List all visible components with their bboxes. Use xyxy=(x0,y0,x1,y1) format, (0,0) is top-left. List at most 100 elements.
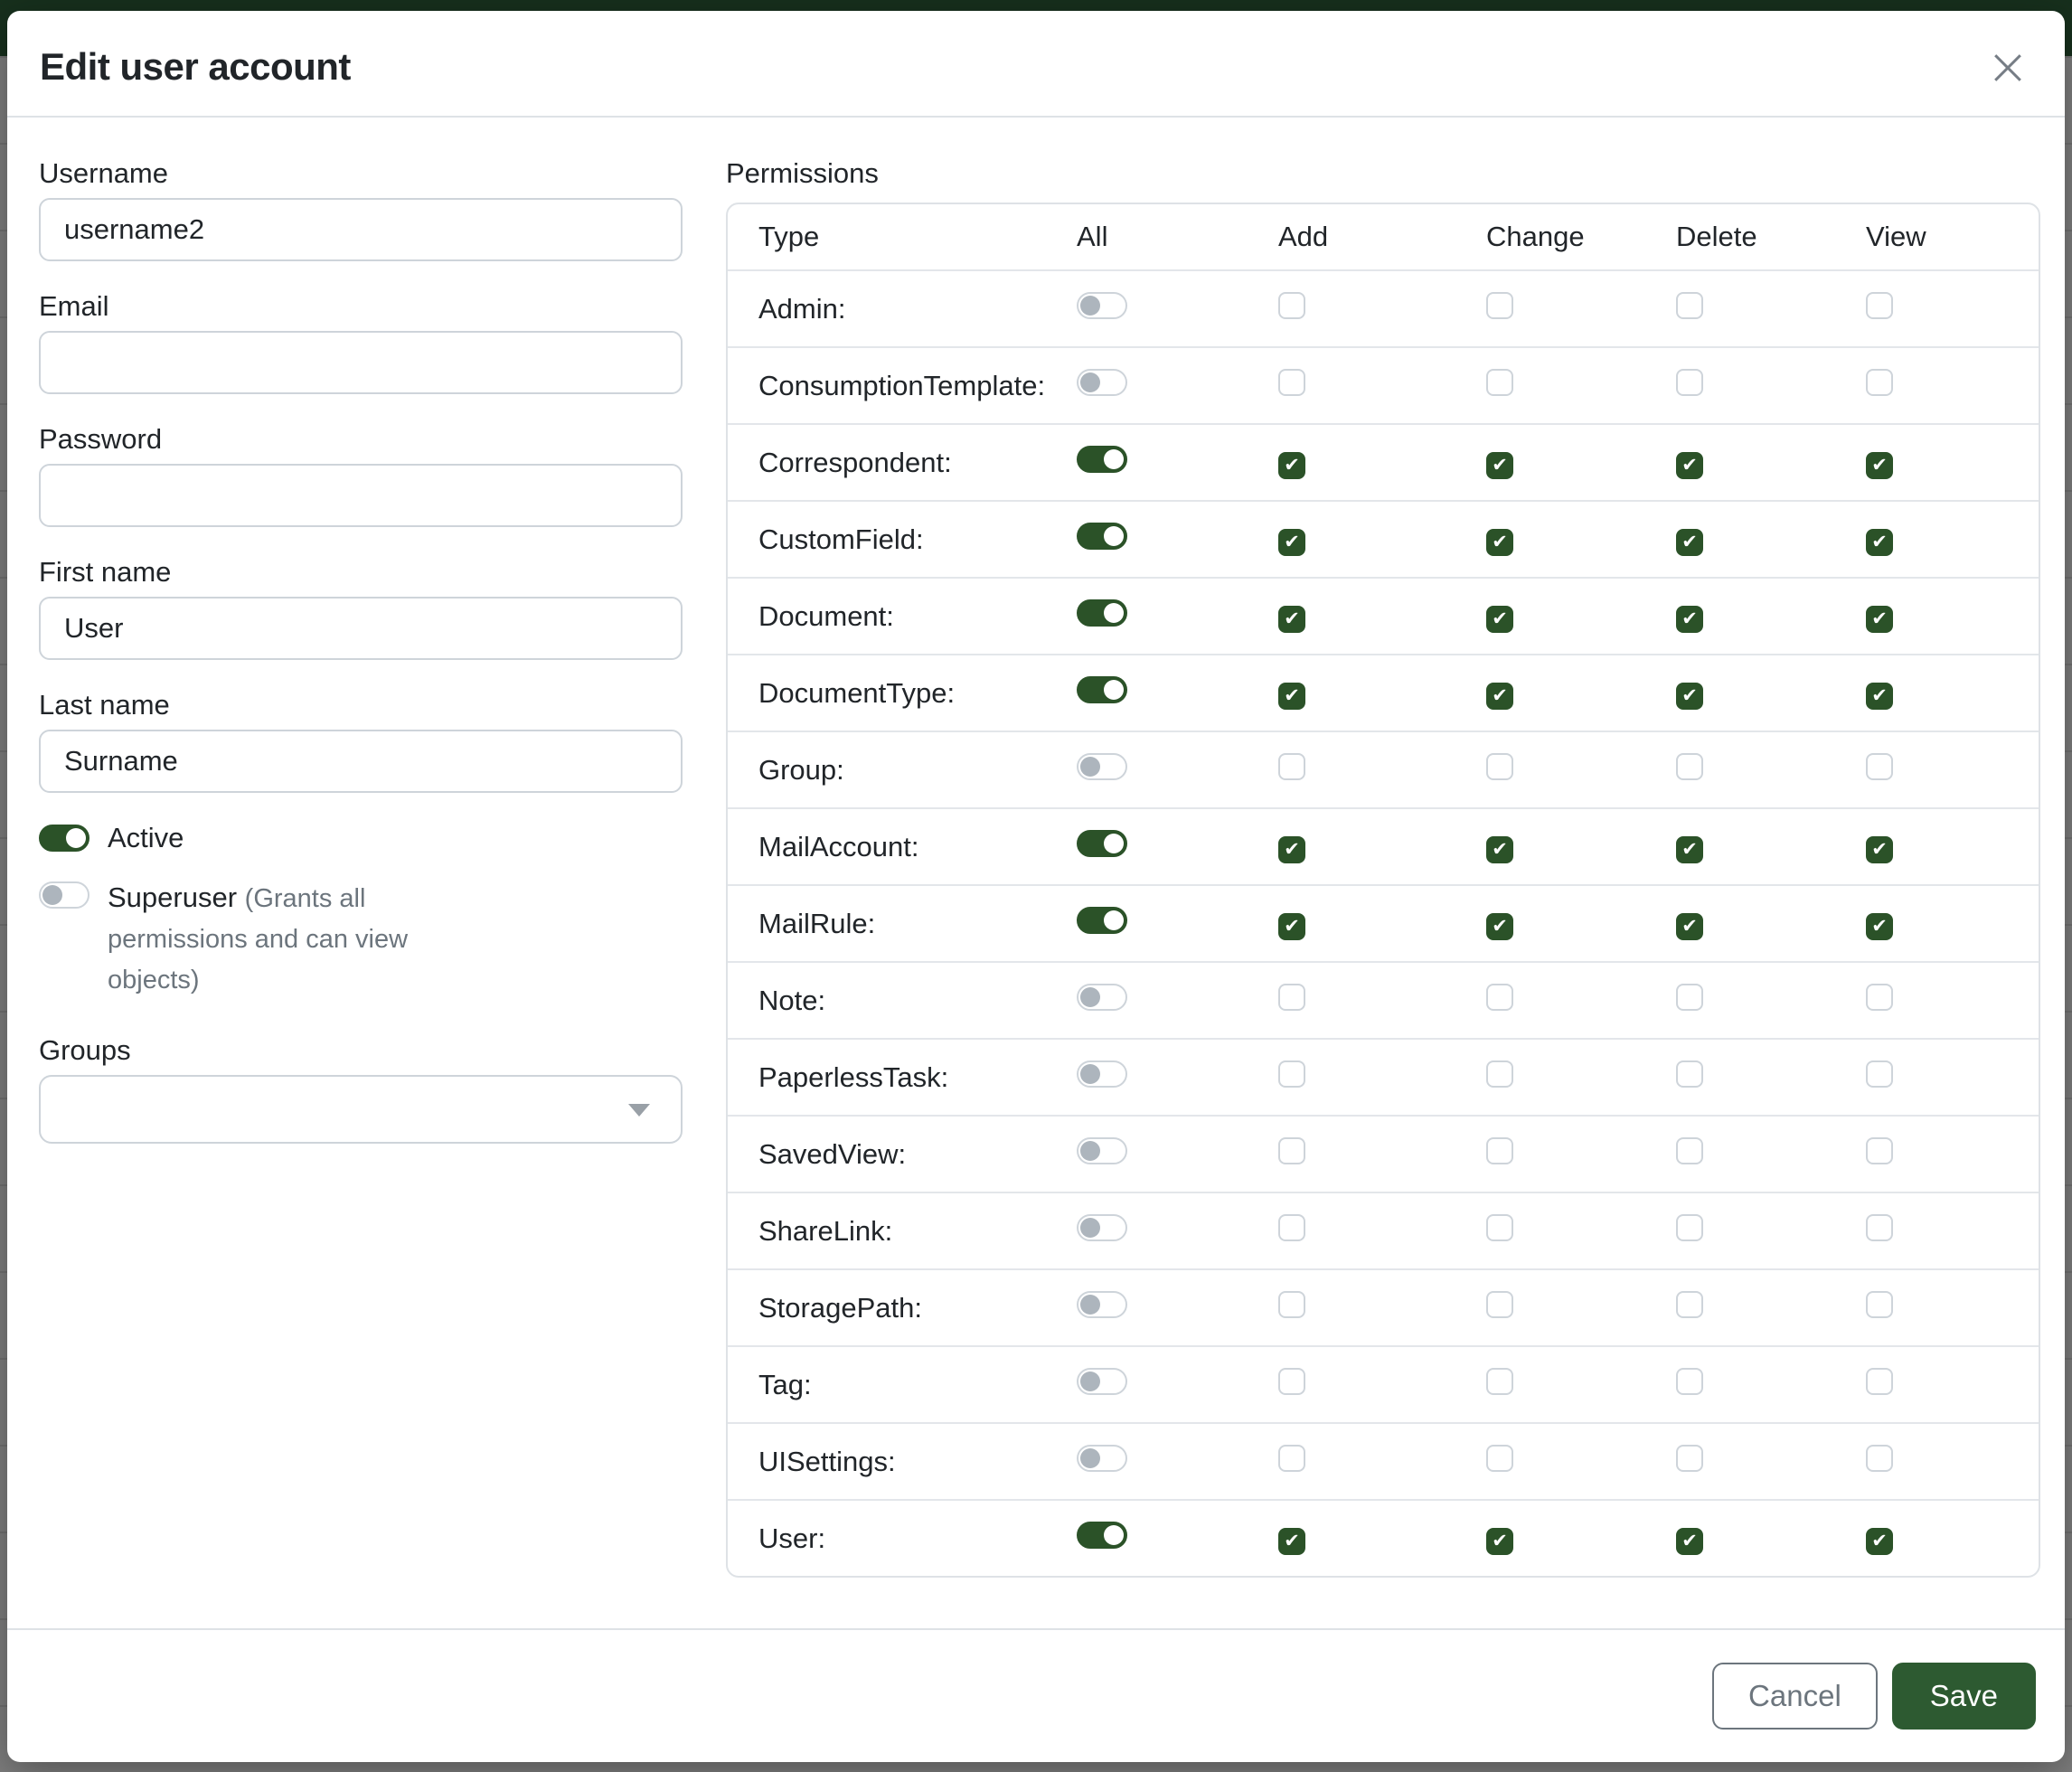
permission-delete-checkbox[interactable] xyxy=(1676,292,1703,319)
permission-view-checkbox[interactable] xyxy=(1866,369,1893,396)
permission-view-checkbox[interactable] xyxy=(1866,1137,1893,1164)
permission-delete-checkbox[interactable] xyxy=(1676,369,1703,396)
permission-add-checkbox[interactable] xyxy=(1278,753,1305,780)
permission-all-toggle[interactable] xyxy=(1077,1368,1127,1395)
permission-change-checkbox[interactable] xyxy=(1486,1137,1513,1164)
permission-all-toggle[interactable] xyxy=(1077,1445,1127,1472)
permission-view-checkbox[interactable] xyxy=(1866,1060,1893,1088)
permission-view-checkbox[interactable] xyxy=(1866,1528,1893,1555)
cancel-button[interactable]: Cancel xyxy=(1712,1663,1878,1730)
permission-change-checkbox[interactable] xyxy=(1486,753,1513,780)
permission-delete-checkbox[interactable] xyxy=(1676,683,1703,710)
permission-add-checkbox[interactable] xyxy=(1278,1137,1305,1164)
permission-delete-checkbox[interactable] xyxy=(1676,984,1703,1011)
permission-all-toggle[interactable] xyxy=(1077,1291,1127,1318)
permission-add-checkbox[interactable] xyxy=(1278,452,1305,479)
permission-add-checkbox[interactable] xyxy=(1278,1445,1305,1472)
permission-delete-checkbox[interactable] xyxy=(1676,1214,1703,1241)
permission-all-toggle[interactable] xyxy=(1077,446,1127,473)
close-icon xyxy=(1987,47,2029,89)
permission-delete-checkbox[interactable] xyxy=(1676,1528,1703,1555)
password-input[interactable] xyxy=(39,464,683,527)
permission-view-checkbox[interactable] xyxy=(1866,753,1893,780)
permission-add-checkbox[interactable] xyxy=(1278,984,1305,1011)
permission-all-toggle[interactable] xyxy=(1077,599,1127,627)
groups-select[interactable] xyxy=(39,1075,683,1144)
permission-add-checkbox[interactable] xyxy=(1278,529,1305,556)
permission-change-checkbox[interactable] xyxy=(1486,1291,1513,1318)
permission-change-checkbox[interactable] xyxy=(1486,913,1513,940)
permission-delete-checkbox[interactable] xyxy=(1676,1445,1703,1472)
table-row: User: xyxy=(728,1499,2039,1576)
permission-change-checkbox[interactable] xyxy=(1486,292,1513,319)
permission-change-checkbox[interactable] xyxy=(1486,529,1513,556)
permission-view-checkbox[interactable] xyxy=(1866,1368,1893,1395)
permission-all-toggle[interactable] xyxy=(1077,1522,1127,1549)
permission-all-toggle[interactable] xyxy=(1077,830,1127,857)
save-button[interactable]: Save xyxy=(1892,1663,2036,1730)
permission-view-checkbox[interactable] xyxy=(1866,984,1893,1011)
permission-change-checkbox[interactable] xyxy=(1486,683,1513,710)
active-toggle[interactable] xyxy=(39,825,89,852)
permission-add-checkbox[interactable] xyxy=(1278,1060,1305,1088)
permission-all-toggle[interactable] xyxy=(1077,523,1127,550)
permission-all-toggle[interactable] xyxy=(1077,1214,1127,1241)
permission-add-checkbox[interactable] xyxy=(1278,1528,1305,1555)
permission-view-checkbox[interactable] xyxy=(1866,1445,1893,1472)
permission-view-checkbox[interactable] xyxy=(1866,529,1893,556)
permission-add-checkbox[interactable] xyxy=(1278,1368,1305,1395)
permission-delete-checkbox[interactable] xyxy=(1676,753,1703,780)
permission-delete-checkbox[interactable] xyxy=(1676,913,1703,940)
permission-add-checkbox[interactable] xyxy=(1278,913,1305,940)
first-name-input[interactable] xyxy=(39,597,683,660)
superuser-toggle[interactable] xyxy=(39,881,89,909)
permission-change-checkbox[interactable] xyxy=(1486,606,1513,633)
permission-change-checkbox[interactable] xyxy=(1486,1445,1513,1472)
col-type: Type xyxy=(758,221,1077,253)
username-input[interactable] xyxy=(39,198,683,261)
permission-add-checkbox[interactable] xyxy=(1278,683,1305,710)
last-name-input[interactable] xyxy=(39,730,683,793)
permission-add-checkbox[interactable] xyxy=(1278,606,1305,633)
permission-all-toggle[interactable] xyxy=(1077,292,1127,319)
permission-change-checkbox[interactable] xyxy=(1486,836,1513,863)
permission-delete-checkbox[interactable] xyxy=(1676,1060,1703,1088)
permission-view-checkbox[interactable] xyxy=(1866,1291,1893,1318)
permission-delete-checkbox[interactable] xyxy=(1676,452,1703,479)
permission-delete-checkbox[interactable] xyxy=(1676,1137,1703,1164)
close-button[interactable] xyxy=(1987,34,2034,89)
permission-add-checkbox[interactable] xyxy=(1278,369,1305,396)
permission-add-checkbox[interactable] xyxy=(1278,1291,1305,1318)
permission-change-checkbox[interactable] xyxy=(1486,1060,1513,1088)
permission-view-checkbox[interactable] xyxy=(1866,452,1893,479)
permission-view-checkbox[interactable] xyxy=(1866,1214,1893,1241)
permission-all-toggle[interactable] xyxy=(1077,1137,1127,1164)
permission-view-checkbox[interactable] xyxy=(1866,836,1893,863)
permission-view-checkbox[interactable] xyxy=(1866,606,1893,633)
permission-add-checkbox[interactable] xyxy=(1278,1214,1305,1241)
permission-add-checkbox[interactable] xyxy=(1278,292,1305,319)
permission-view-checkbox[interactable] xyxy=(1866,913,1893,940)
permission-delete-checkbox[interactable] xyxy=(1676,1291,1703,1318)
permission-delete-checkbox[interactable] xyxy=(1676,529,1703,556)
permission-change-checkbox[interactable] xyxy=(1486,1368,1513,1395)
email-input[interactable] xyxy=(39,331,683,394)
permission-all-toggle[interactable] xyxy=(1077,753,1127,780)
permission-all-toggle[interactable] xyxy=(1077,1060,1127,1088)
permission-all-toggle[interactable] xyxy=(1077,984,1127,1011)
first-name-group: First name xyxy=(39,556,683,660)
permission-delete-checkbox[interactable] xyxy=(1676,606,1703,633)
permission-all-toggle[interactable] xyxy=(1077,369,1127,396)
permission-delete-checkbox[interactable] xyxy=(1676,1368,1703,1395)
permission-change-checkbox[interactable] xyxy=(1486,369,1513,396)
permission-change-checkbox[interactable] xyxy=(1486,1214,1513,1241)
permission-add-checkbox[interactable] xyxy=(1278,836,1305,863)
permission-all-toggle[interactable] xyxy=(1077,676,1127,703)
permission-change-checkbox[interactable] xyxy=(1486,1528,1513,1555)
permission-change-checkbox[interactable] xyxy=(1486,984,1513,1011)
permission-all-toggle[interactable] xyxy=(1077,907,1127,934)
permission-view-checkbox[interactable] xyxy=(1866,292,1893,319)
permission-delete-checkbox[interactable] xyxy=(1676,836,1703,863)
permission-view-checkbox[interactable] xyxy=(1866,683,1893,710)
permission-change-checkbox[interactable] xyxy=(1486,452,1513,479)
